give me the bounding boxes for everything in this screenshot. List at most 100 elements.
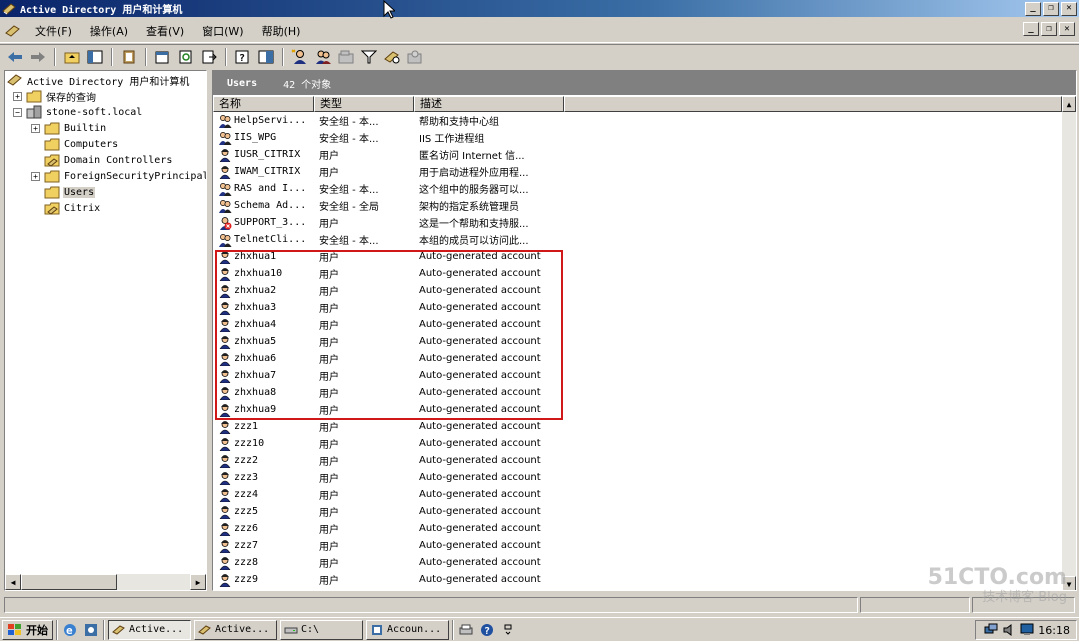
mdi-minimize-button[interactable]: _ xyxy=(1023,22,1039,36)
list-item[interactable]: zzz8 用户 Auto-generated account xyxy=(213,554,1062,571)
list-item[interactable]: zhxhua6 用户 Auto-generated account xyxy=(213,350,1062,367)
network-icon[interactable] xyxy=(984,623,998,637)
list-item[interactable]: zhxhua2 用户 Auto-generated account xyxy=(213,282,1062,299)
overflow-icon[interactable] xyxy=(499,621,517,639)
list-item[interactable]: zhxhua8 用户 Auto-generated account xyxy=(213,384,1062,401)
help-circle-icon[interactable]: ? xyxy=(478,621,496,639)
list-item[interactable]: TelnetCli... 安全组 - 本... 本组的成员可以访问此... xyxy=(213,231,1062,248)
properties-button[interactable] xyxy=(152,47,174,67)
collapse-toggle[interactable]: − xyxy=(13,107,22,117)
tree-item-users[interactable]: Users xyxy=(44,184,96,200)
list-item[interactable]: IUSR_CITRIX 用户 匿名访问 Internet 信... xyxy=(213,146,1062,163)
refresh-button[interactable] xyxy=(175,47,197,67)
menu-action[interactable]: 操作(A) xyxy=(81,23,137,39)
tree-item-foreign-security[interactable]: + ForeignSecurityPrincipals xyxy=(31,168,206,184)
list-item[interactable]: zzz2 用户 Auto-generated account xyxy=(213,452,1062,469)
list-item[interactable]: zzz1 用户 Auto-generated account xyxy=(213,418,1062,435)
tree-item-domain-controllers[interactable]: Domain Controllers xyxy=(44,152,173,168)
list-item[interactable]: zzz3 用户 Auto-generated account xyxy=(213,469,1062,486)
list-item[interactable]: zzz5 用户 Auto-generated account xyxy=(213,503,1062,520)
new-group-button[interactable] xyxy=(312,47,334,67)
ie-quicklaunch-icon[interactable]: e xyxy=(61,621,79,639)
copy-button[interactable] xyxy=(118,47,140,67)
tree-item-builtin[interactable]: + Builtin xyxy=(31,120,107,136)
up-level-button[interactable] xyxy=(61,47,83,67)
menu-window[interactable]: 窗口(W) xyxy=(193,23,252,39)
add-to-group-button[interactable] xyxy=(404,47,426,67)
mdi-close-button[interactable]: ✕ xyxy=(1059,22,1075,36)
monitor-icon[interactable] xyxy=(1020,623,1034,637)
tree-item-citrix[interactable]: Citrix xyxy=(44,200,101,216)
list-vertical-scrollbar[interactable]: ▲ ▼ xyxy=(1062,96,1076,590)
expand-toggle[interactable]: + xyxy=(13,91,22,101)
list-item[interactable]: zhxhua1 用户 Auto-generated account xyxy=(213,248,1062,265)
volume-icon[interactable] xyxy=(1002,623,1016,637)
mdi-restore-button[interactable]: ❐ xyxy=(1041,22,1057,36)
column-header-name[interactable]: 名称 xyxy=(213,96,314,112)
scroll-down-button[interactable]: ▼ xyxy=(1062,576,1076,590)
back-button[interactable] xyxy=(4,47,26,67)
menu-file[interactable]: 文件(F) xyxy=(26,23,81,39)
scroll-left-button[interactable]: ◀ xyxy=(5,574,21,590)
start-button[interactable]: 开始 xyxy=(2,619,53,640)
list-item[interactable]: zhxhua7 用户 Auto-generated account xyxy=(213,367,1062,384)
close-button[interactable]: ✕ xyxy=(1061,1,1077,16)
object-list: HelpServi... 安全组 - 本... 帮助和支持中心组 IIS_WPG 安全组… xyxy=(213,112,1062,588)
folder-icon xyxy=(26,89,42,103)
console-icon[interactable] xyxy=(4,23,22,39)
forward-button[interactable] xyxy=(27,47,49,67)
list-item[interactable]: zzz6 用户 Auto-generated account xyxy=(213,520,1062,537)
tree-item-saved-queries[interactable]: + 保存的查询 xyxy=(13,88,97,104)
cell-description: Auto-generated account xyxy=(419,455,541,466)
scroll-right-button[interactable]: ▶ xyxy=(190,574,206,590)
menu-view[interactable]: 查看(V) xyxy=(137,23,193,39)
list-item[interactable]: SUPPORT_3... 用户 这是一个帮助和支持服... xyxy=(213,214,1062,231)
list-item[interactable]: Schema Ad... 安全组 - 全局 架构的指定系统管理员 xyxy=(213,197,1062,214)
tree-item-computers[interactable]: Computers xyxy=(44,136,119,152)
task-drive-c[interactable]: C:\ xyxy=(280,619,363,640)
menu-help[interactable]: 帮助(H) xyxy=(253,23,310,39)
column-header-type[interactable]: 类型 xyxy=(314,96,414,112)
export-list-button[interactable] xyxy=(198,47,220,67)
list-item[interactable]: zhxhua3 用户 Auto-generated account xyxy=(213,299,1062,316)
tree-horizontal-scrollbar[interactable]: ◀ ▶ xyxy=(5,574,206,590)
scroll-thumb[interactable] xyxy=(21,574,117,590)
menubar: 文件(F) 操作(A) 查看(V) 窗口(W) 帮助(H) _ ❐ ✕ xyxy=(0,19,1079,43)
task-account[interactable]: Accoun... xyxy=(366,619,449,640)
list-item[interactable]: zhxhua9 用户 Auto-generated account xyxy=(213,401,1062,418)
list-item[interactable]: zhxhua5 用户 Auto-generated account xyxy=(213,333,1062,350)
new-ou-button[interactable] xyxy=(335,47,357,67)
minimize-button[interactable]: _ xyxy=(1025,1,1041,16)
expand-toggle[interactable]: + xyxy=(31,123,40,133)
window-icon xyxy=(258,50,274,63)
scroll-up-button[interactable]: ▲ xyxy=(1062,96,1076,112)
tree-root[interactable]: Active Directory 用户和计算机 xyxy=(7,72,190,88)
new-user-button[interactable] xyxy=(289,47,311,67)
printer-icon[interactable] xyxy=(457,621,475,639)
list-item[interactable]: zzz10 用户 Auto-generated account xyxy=(213,435,1062,452)
outlook-quicklaunch-icon[interactable] xyxy=(82,621,100,639)
description-bar-button[interactable] xyxy=(255,47,277,67)
list-item[interactable]: HelpServi... 安全组 - 本... 帮助和支持中心组 xyxy=(213,112,1062,129)
list-item[interactable]: IWAM_CITRIX 用户 用于启动进程外应用程... xyxy=(213,163,1062,180)
show-tree-button[interactable] xyxy=(84,47,106,67)
list-item[interactable]: IIS_WPG 安全组 - 本... IIS 工作进程组 xyxy=(213,129,1062,146)
find-button[interactable] xyxy=(381,47,403,67)
column-header-description[interactable]: 描述 xyxy=(414,96,564,112)
list-item[interactable]: zzz9 用户 Auto-generated account xyxy=(213,571,1062,588)
list-item[interactable]: zhxhua4 用户 Auto-generated account xyxy=(213,316,1062,333)
list-item[interactable]: zhxhua10 用户 Auto-generated account xyxy=(213,265,1062,282)
list-item[interactable]: zzz4 用户 Auto-generated account xyxy=(213,486,1062,503)
tree-item-domain[interactable]: − stone-soft.local xyxy=(13,104,143,120)
task-active-directory-2[interactable]: Active... xyxy=(194,619,277,640)
cell-description: IIS 工作进程组 xyxy=(419,134,485,145)
window-titlebar[interactable]: Active Directory 用户和计算机 _ ❐ ✕ xyxy=(0,0,1079,17)
group-icon xyxy=(218,114,232,128)
expand-toggle[interactable]: + xyxy=(31,171,40,181)
help-button[interactable]: ? xyxy=(232,47,254,67)
list-item[interactable]: zzz7 用户 Auto-generated account xyxy=(213,537,1062,554)
restore-button[interactable]: ❐ xyxy=(1043,1,1059,16)
task-active-directory-1[interactable]: Active... xyxy=(108,619,191,640)
filter-button[interactable] xyxy=(358,47,380,67)
list-item[interactable]: RAS and I... 安全组 - 本... 这个组中的服务器可以... xyxy=(213,180,1062,197)
